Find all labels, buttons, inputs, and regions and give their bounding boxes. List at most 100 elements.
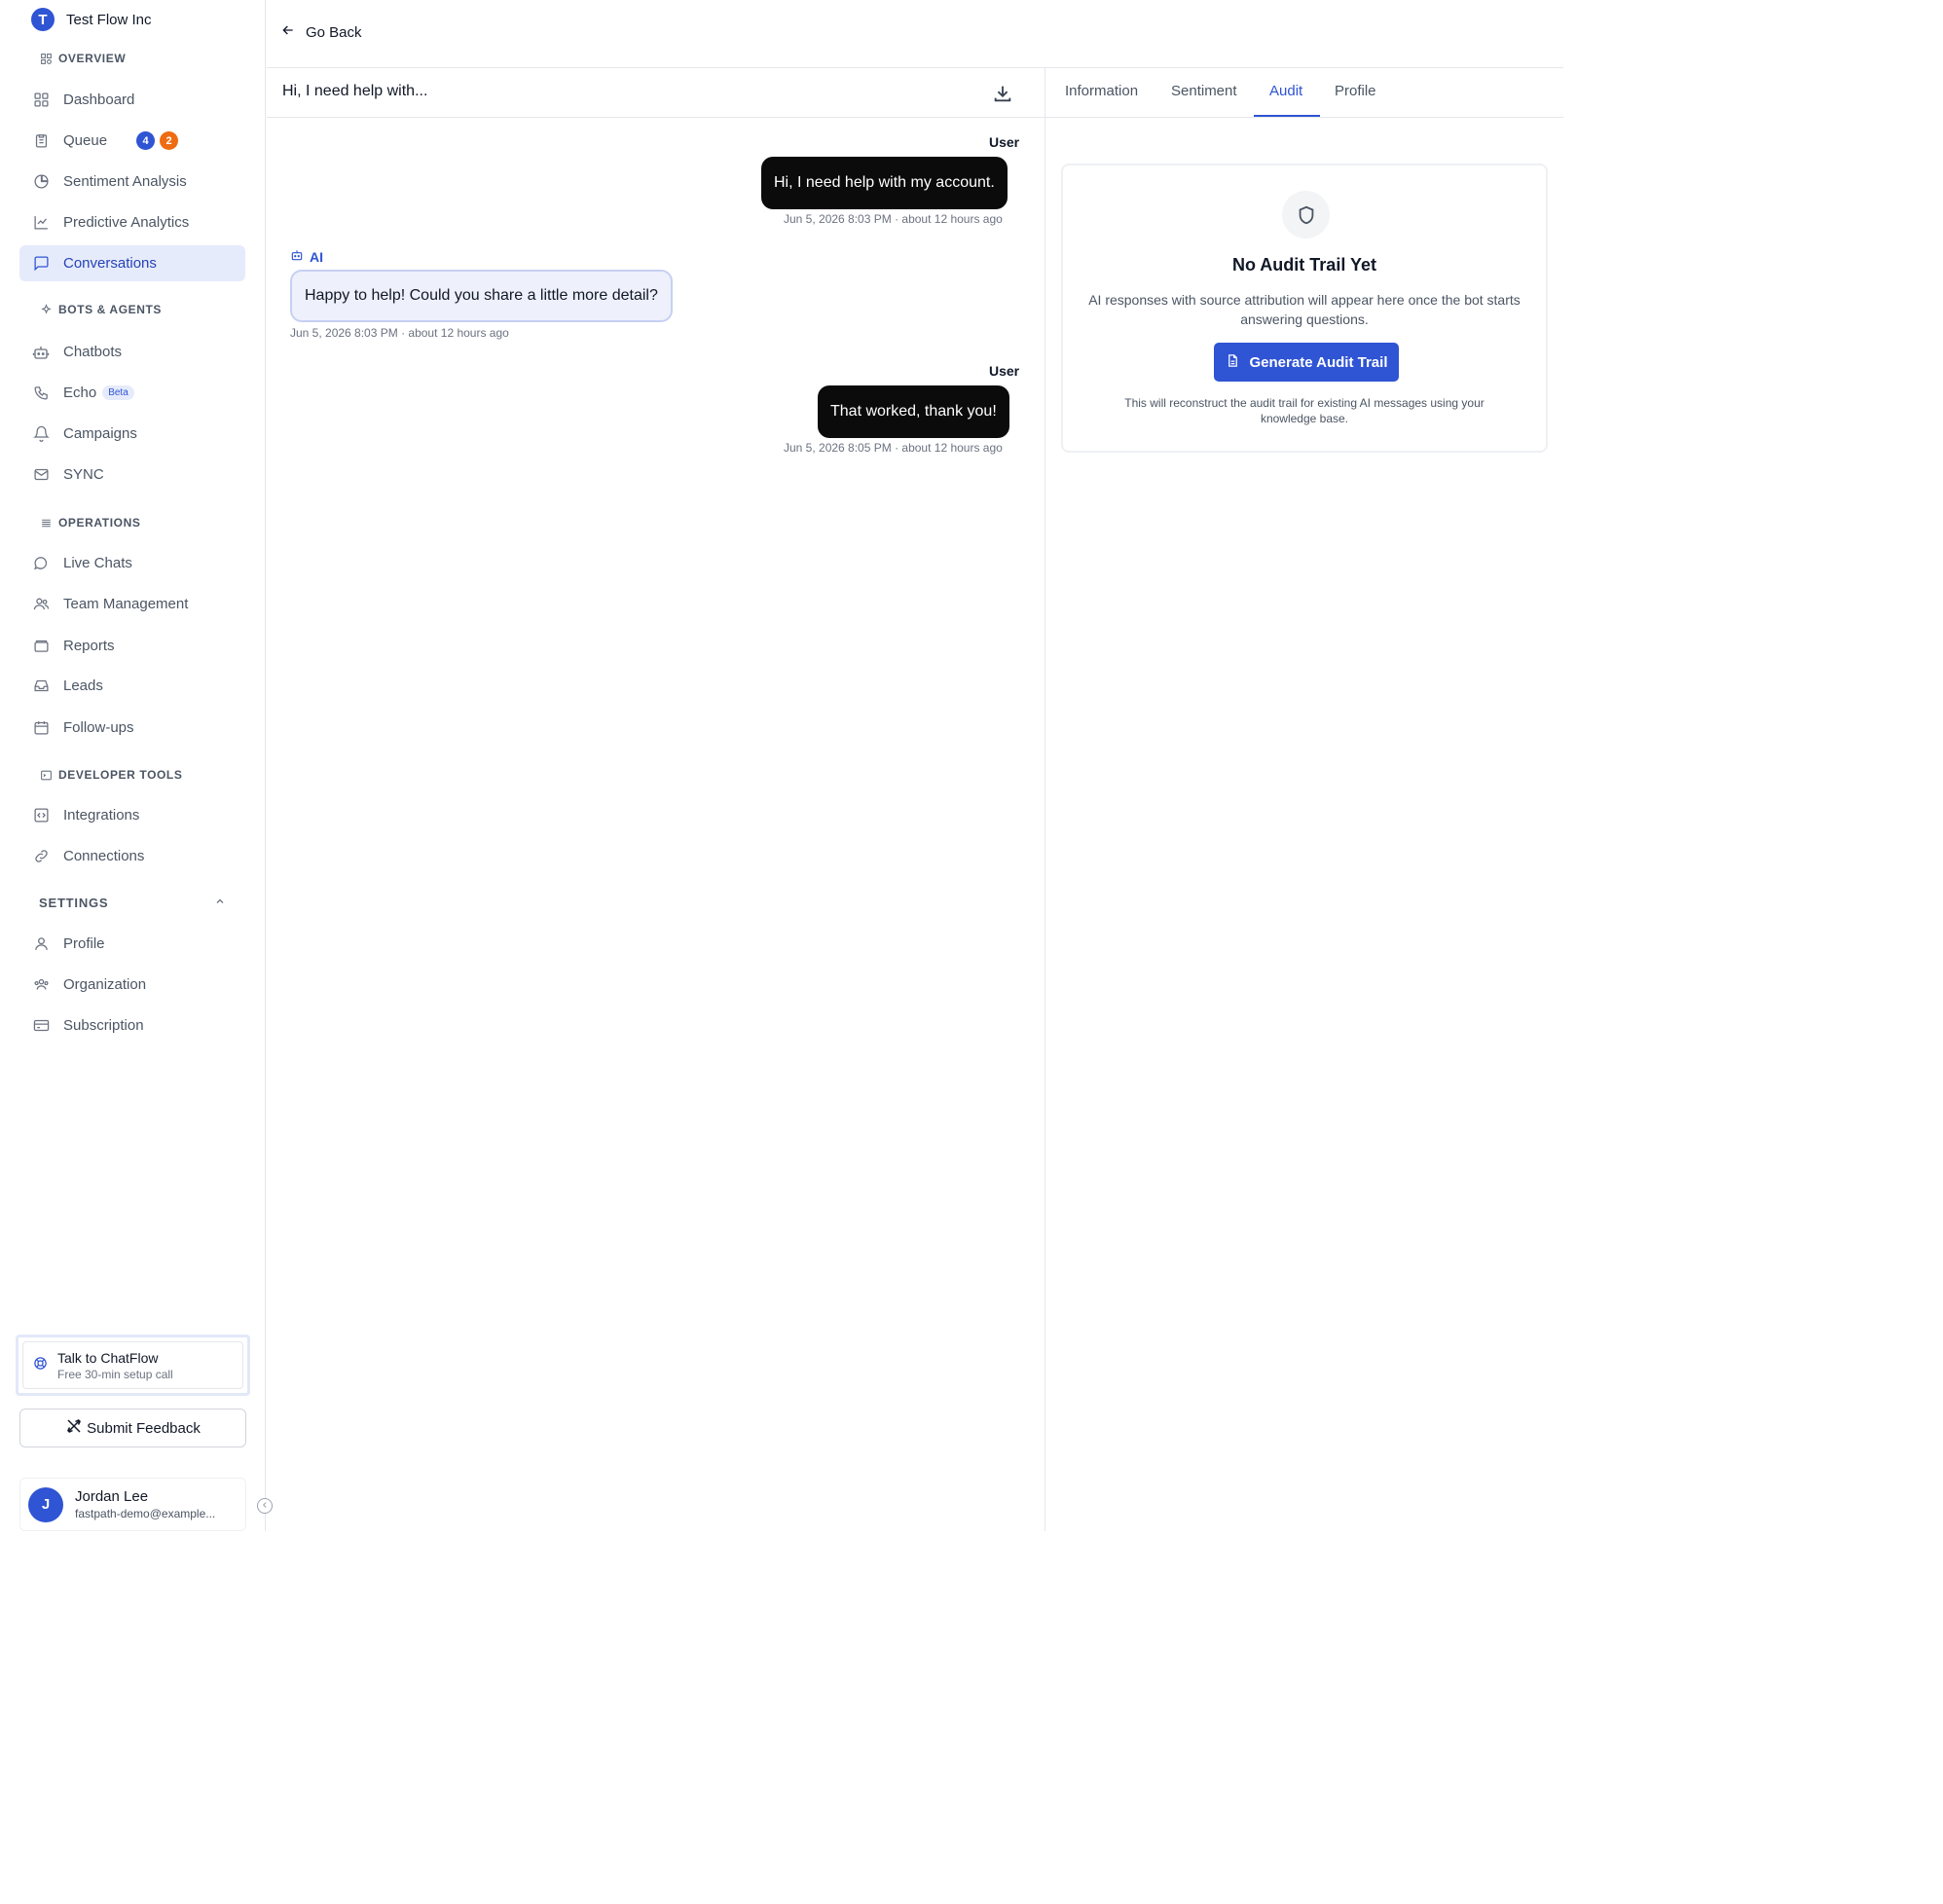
user-email: fastpath-demo@example...: [75, 1507, 216, 1520]
message-timestamp: Jun 5, 2026 8:03 PM · about 12 hours ago: [290, 326, 509, 340]
section-developer-label: DEVELOPER TOOLS: [58, 768, 183, 782]
pie-chart-icon: [32, 173, 50, 191]
link-icon: [32, 848, 50, 865]
queue-count-badge: 4: [136, 131, 156, 150]
talk-subtitle: Free 30-min setup call: [57, 1367, 173, 1381]
tab-sentiment[interactable]: Sentiment: [1171, 83, 1237, 99]
nav-echo[interactable]: Echo Beta: [19, 375, 245, 411]
nav-predictive-label: Predictive Analytics: [63, 214, 190, 231]
nav-subscription[interactable]: Subscription: [19, 1007, 245, 1044]
nav-leads-label: Leads: [63, 677, 103, 694]
details-tabs: Information Sentiment Audit Profile: [1045, 68, 1563, 118]
message-timestamp: Jun 5, 2026 8:05 PM · about 12 hours ago: [784, 441, 1003, 455]
dashboard-icon: [32, 92, 50, 109]
nav-sentiment-label: Sentiment Analysis: [63, 173, 187, 190]
details-pane: Information Sentiment Audit Profile No A…: [1045, 68, 1563, 1531]
user-message-bubble: That worked, thank you!: [818, 385, 1009, 438]
ai-message-bubble: Happy to help! Could you share a little …: [290, 270, 673, 322]
nav-organization[interactable]: Organization: [19, 967, 245, 1003]
nav-leads[interactable]: Leads: [19, 668, 245, 704]
submit-feedback-label: Submit Feedback: [87, 1419, 201, 1437]
sparkles-icon: [39, 303, 53, 316]
bot-icon: [290, 248, 304, 265]
file-icon: [1226, 353, 1240, 372]
section-overview-label: OVERVIEW: [58, 52, 127, 65]
nav-subscription-label: Subscription: [63, 1017, 144, 1034]
section-settings-label: SETTINGS: [39, 896, 109, 910]
queue-badges: 4 2: [136, 131, 179, 150]
nav-profile-label: Profile: [63, 935, 105, 952]
tab-profile[interactable]: Profile: [1335, 83, 1376, 99]
nav-followups-label: Follow-ups: [63, 719, 134, 736]
talk-text: Talk to ChatFlow Free 30-min setup call: [57, 1350, 173, 1381]
nav-sync-label: SYNC: [63, 466, 104, 483]
tab-information[interactable]: Information: [1065, 83, 1138, 99]
audit-empty-title: No Audit Trail Yet: [1231, 255, 1377, 275]
ai-sender-label: AI: [310, 248, 323, 265]
nav-chatbots-label: Chatbots: [63, 344, 123, 360]
org-name: Test Flow Inc: [66, 11, 152, 28]
nav-organization-label: Organization: [63, 976, 147, 993]
top-bar: Go Back: [267, 0, 1563, 68]
nav-reports[interactable]: Reports: [19, 628, 245, 664]
nav-campaigns[interactable]: Campaigns: [19, 416, 245, 452]
download-icon[interactable]: [992, 83, 1013, 104]
nav-dashboard[interactable]: Dashboard: [19, 82, 245, 118]
nav-campaigns-label: Campaigns: [63, 425, 137, 442]
nav-predictive-analytics[interactable]: Predictive Analytics: [19, 204, 245, 240]
beta-badge: Beta: [102, 385, 134, 400]
go-back-button[interactable]: Go Back: [280, 22, 362, 42]
nav-connections-label: Connections: [63, 848, 145, 864]
generate-audit-trail-label: Generate Audit Trail: [1249, 353, 1388, 371]
nav-echo-label: Echo: [63, 384, 97, 401]
bell-icon: [32, 425, 50, 443]
message-sender: User: [989, 363, 1020, 379]
nav-profile[interactable]: Profile: [19, 926, 245, 962]
nav-connections[interactable]: Connections: [19, 838, 245, 874]
nav-chatbots[interactable]: Chatbots: [19, 334, 245, 370]
nav-sentiment-analysis[interactable]: Sentiment Analysis: [19, 164, 245, 200]
list-icon: [39, 516, 53, 530]
talk-card-inner: Talk to ChatFlow Free 30-min setup call: [22, 1341, 243, 1389]
conversation-header: Hi, I need help with...: [267, 68, 1045, 118]
section-operations-label: OPERATIONS: [58, 516, 141, 530]
submit-feedback-button[interactable]: Submit Feedback: [19, 1409, 246, 1447]
grid-icon: [39, 52, 53, 65]
tools-icon: [65, 1417, 83, 1439]
nav-queue-label: Queue: [63, 132, 108, 149]
nav-team-management[interactable]: Team Management: [19, 586, 245, 622]
tab-audit[interactable]: Audit: [1269, 83, 1302, 99]
arrow-left-icon: [280, 22, 296, 42]
nav-queue[interactable]: Queue 4 2: [19, 123, 245, 159]
active-tab-indicator: [1254, 115, 1320, 117]
terminal-icon: [39, 768, 53, 782]
nav-conversations-label: Conversations: [63, 255, 157, 272]
nav-dashboard-label: Dashboard: [63, 92, 135, 108]
message-sender: User: [989, 134, 1020, 150]
nav-reports-label: Reports: [63, 638, 115, 654]
nav-integrations-label: Integrations: [63, 807, 140, 824]
section-bots-agents: BOTS & AGENTS: [39, 303, 162, 316]
talk-to-chatflow-card[interactable]: Talk to ChatFlow Free 30-min setup call: [16, 1335, 250, 1396]
mail-icon: [32, 466, 50, 484]
folder-icon: [32, 638, 50, 655]
app-root: T Test Flow Inc OVERVIEW Dashboard Queue…: [0, 0, 1563, 1531]
bot-icon: [32, 344, 50, 361]
nav-follow-ups[interactable]: Follow-ups: [19, 710, 245, 746]
chart-icon: [32, 214, 50, 232]
nav-conversations[interactable]: Conversations: [19, 245, 245, 281]
settings-section-toggle[interactable]: SETTINGS: [39, 896, 226, 910]
code-icon: [32, 807, 50, 824]
generate-audit-trail-button[interactable]: Generate Audit Trail: [1214, 343, 1399, 382]
nav-integrations[interactable]: Integrations: [19, 797, 245, 833]
org-switcher[interactable]: T Test Flow Inc: [31, 8, 152, 31]
conversation-title: Hi, I need help with...: [282, 83, 428, 99]
nav-sync[interactable]: SYNC: [19, 457, 245, 493]
nav-live-chats[interactable]: Live Chats: [19, 545, 245, 581]
nav-team-label: Team Management: [63, 596, 189, 612]
chevron-up-icon: [214, 896, 226, 910]
lifebuoy-icon: [33, 1356, 48, 1375]
message-timestamp: Jun 5, 2026 8:03 PM · about 12 hours ago: [784, 212, 1003, 226]
user-menu[interactable]: J Jordan Lee fastpath-demo@example...: [19, 1478, 246, 1531]
audit-empty-description: AI responses with source attribution wil…: [1088, 292, 1521, 327]
